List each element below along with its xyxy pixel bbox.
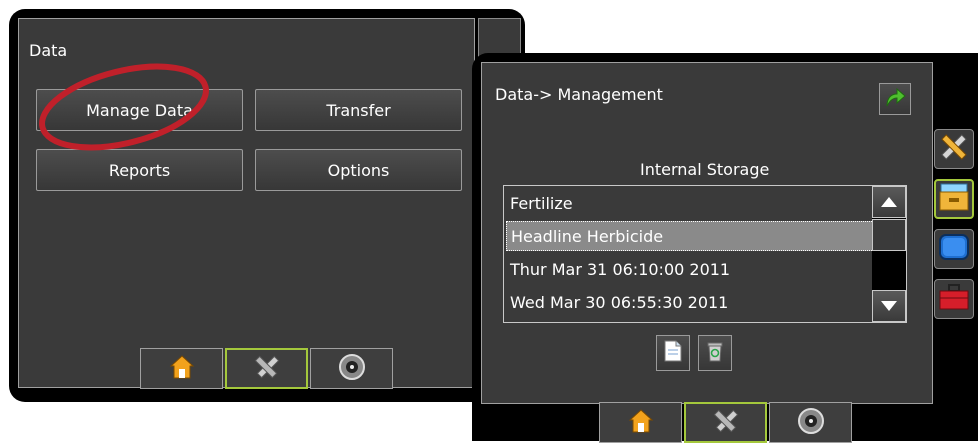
tab-home[interactable] <box>599 402 682 443</box>
management-panel: Data-> Management Internal Storage Ferti… <box>481 62 933 404</box>
home-icon <box>169 354 195 384</box>
side-tools[interactable] <box>934 129 974 169</box>
options-button[interactable]: Options <box>255 149 462 191</box>
list-item[interactable]: Thur Mar 31 06:10:00 2011 <box>506 254 888 284</box>
side-data[interactable] <box>934 179 974 219</box>
triangle-down-icon <box>880 297 898 316</box>
tools-icon <box>250 353 284 385</box>
tab-gauge[interactable] <box>310 348 393 389</box>
copy-button[interactable] <box>656 335 690 371</box>
side-display[interactable] <box>934 229 974 269</box>
bottom-tab-bar <box>140 348 395 389</box>
tab-tools[interactable] <box>684 402 767 443</box>
forward-arrow-icon <box>884 86 906 112</box>
folder-icon <box>938 182 970 216</box>
storage-title: Internal Storage <box>640 160 770 179</box>
home-icon <box>628 408 654 438</box>
triangle-up-icon <box>880 193 898 212</box>
delete-button[interactable] <box>698 335 732 371</box>
recycle-bin-icon <box>705 339 725 367</box>
list-item[interactable]: Headline Herbicide <box>506 221 888 251</box>
tools-icon <box>709 407 743 439</box>
bottom-tab-bar <box>599 402 854 443</box>
scroll-down-button[interactable] <box>872 290 906 322</box>
scroll-up-button[interactable] <box>872 186 906 218</box>
document-icon <box>663 339 683 367</box>
tools-icon <box>938 131 970 167</box>
gauge-icon <box>338 353 366 385</box>
tab-gauge[interactable] <box>769 402 852 443</box>
management-window: Data-> Management Internal Storage Ferti… <box>472 53 978 443</box>
forward-button[interactable] <box>879 83 911 115</box>
list-item[interactable]: Fertilize <box>506 188 888 218</box>
scroll-thumb[interactable] <box>872 219 906 251</box>
tab-tools[interactable] <box>225 348 308 389</box>
tab-home[interactable] <box>140 348 223 389</box>
page-title: Data-> Management <box>495 85 663 104</box>
side-toolbox[interactable] <box>934 279 974 319</box>
list-item[interactable]: Wed Mar 30 06:55:30 2011 <box>506 287 888 317</box>
display-icon <box>938 232 970 266</box>
transfer-button[interactable]: Transfer <box>255 89 462 131</box>
toolbox-icon <box>938 283 970 315</box>
scrollbar[interactable] <box>872 186 906 322</box>
file-list: Fertilize Headline Herbicide Thur Mar 31… <box>503 185 907 323</box>
highlight-circle <box>39 63 209 151</box>
gauge-icon <box>797 407 825 439</box>
